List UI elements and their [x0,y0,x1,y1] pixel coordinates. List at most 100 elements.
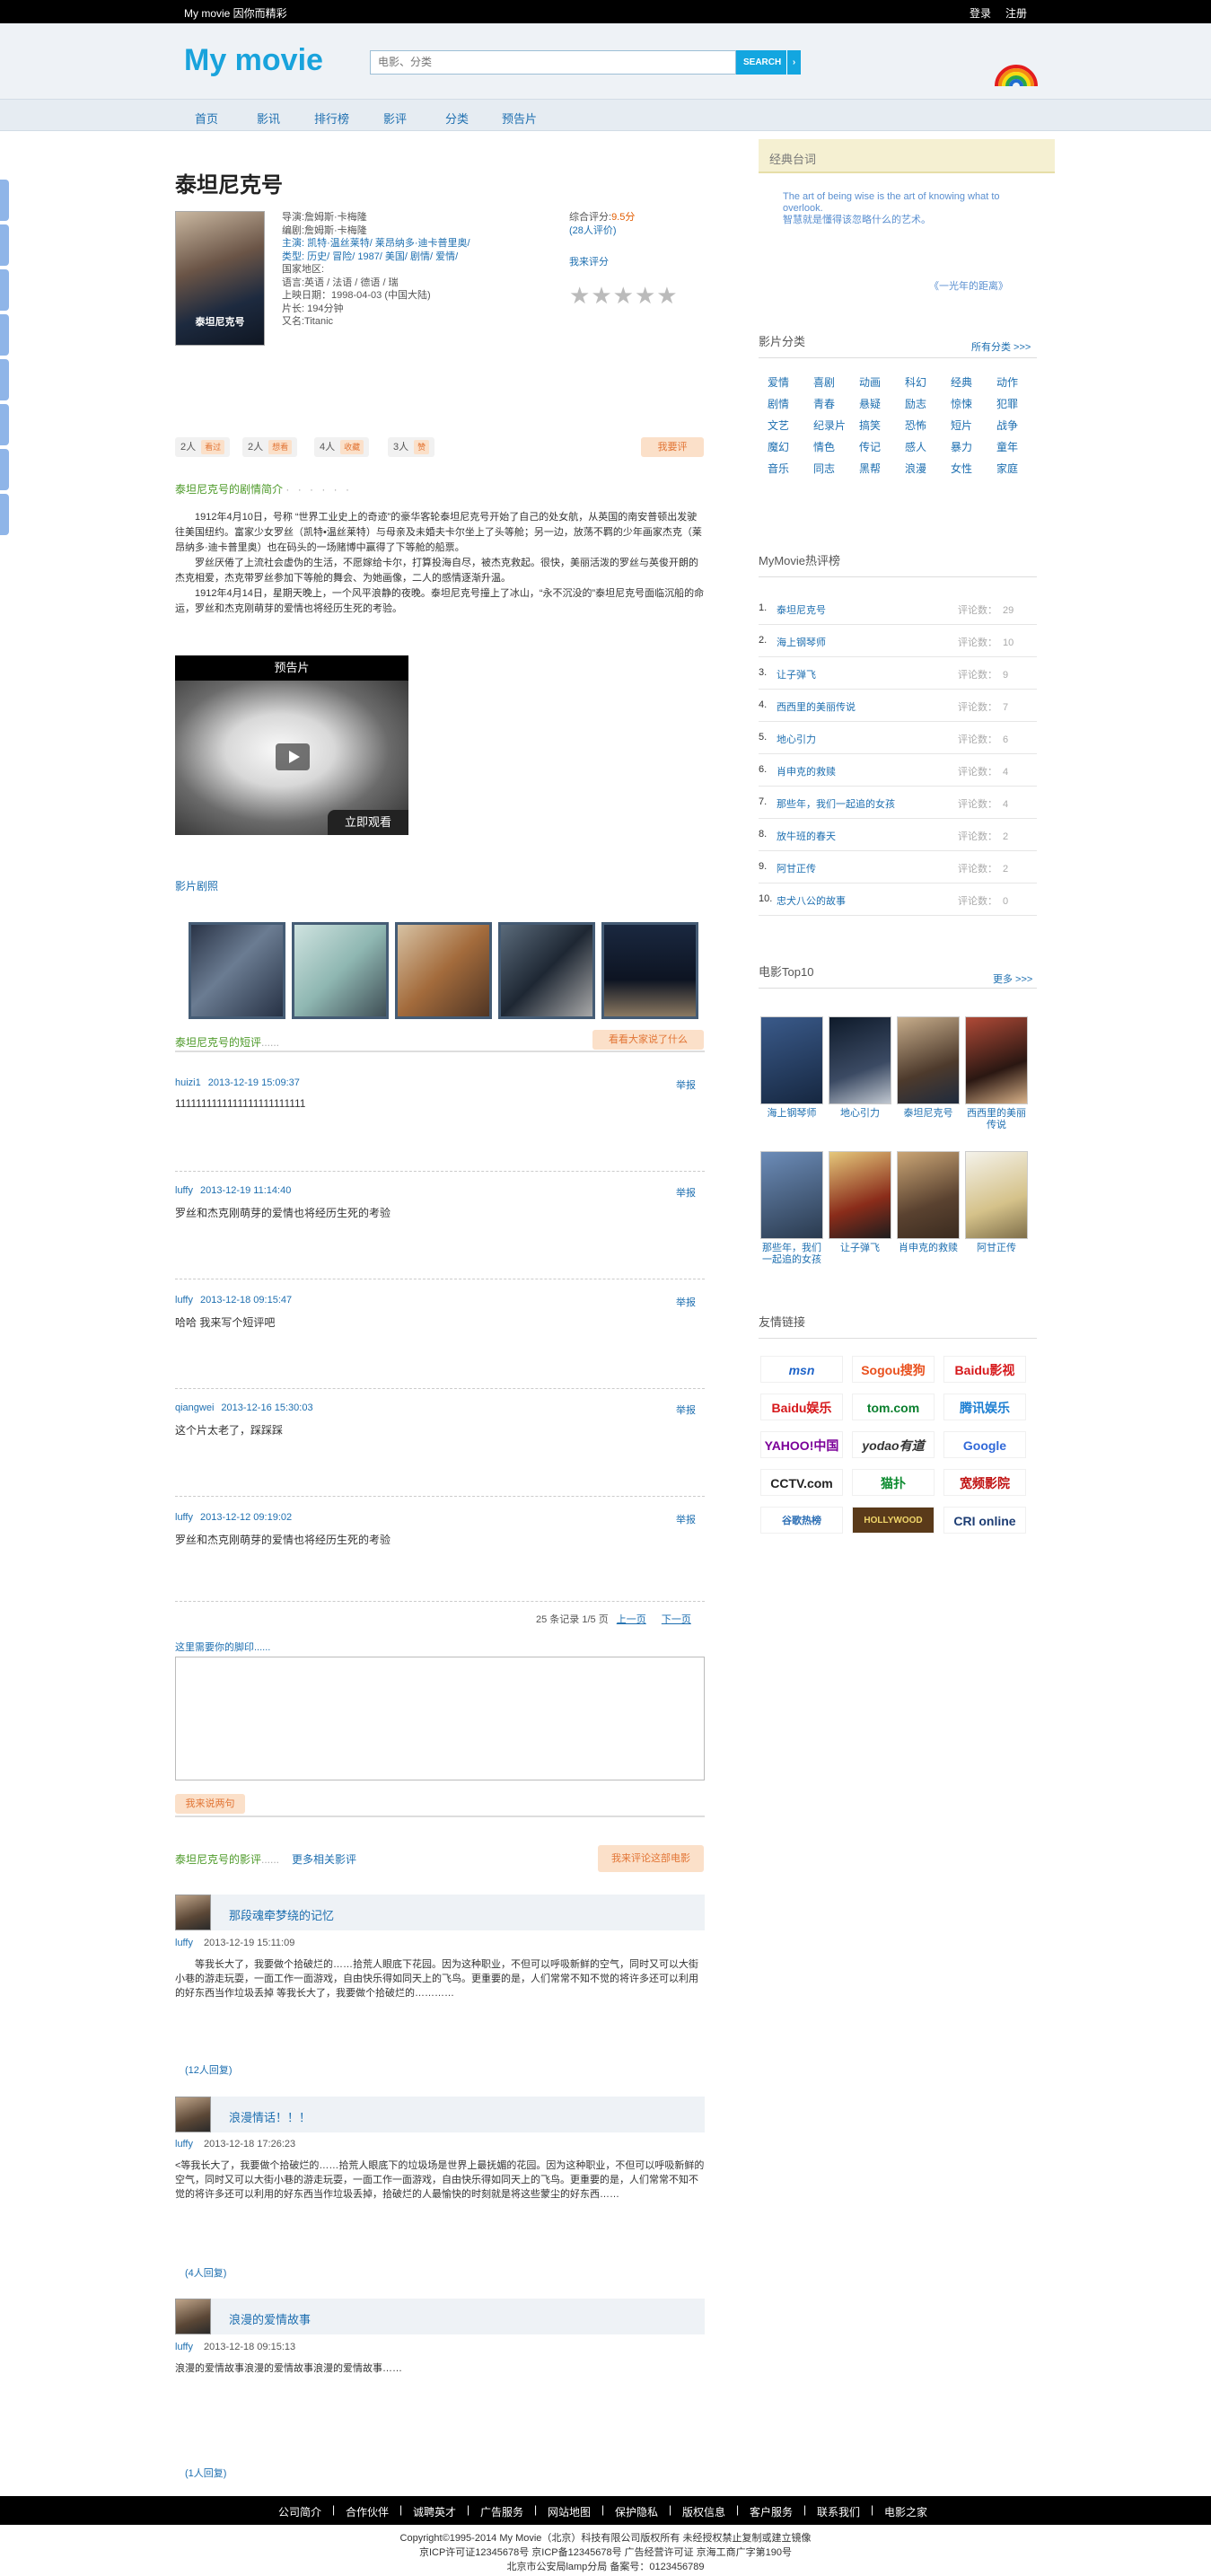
top10-movie[interactable]: 地心引力 [829,1016,891,1120]
genre-link[interactable]: 青春 [813,396,835,411]
footer-link[interactable]: 版权信息 [682,2504,725,2519]
still-image[interactable] [292,922,389,1019]
avatar[interactable] [175,1895,211,1930]
report-link[interactable]: 举报 [676,1512,696,1526]
search-button[interactable]: SEARCH › [736,50,801,75]
more-reviews-link[interactable]: 更多相关影评 [292,1853,356,1866]
write-review-tag-button[interactable]: 我要评 [641,437,704,457]
genre-link[interactable]: 女性 [951,461,972,476]
hot-review-item[interactable]: 3. 让子弹飞 评论数： 9 [759,657,1037,690]
tag-want[interactable]: 2人 想看 [242,437,298,457]
hot-movie-title[interactable]: 海上钢琴师 [777,635,826,649]
top10-movie[interactable]: 阿甘正传 [965,1151,1028,1254]
friend-link-logo[interactable]: 宽频影院 [943,1469,1026,1496]
genre-link[interactable]: 犯罪 [996,396,1018,411]
top10-movie[interactable]: 那些年，我们一起追的女孩 [760,1151,823,1266]
nav-reviews[interactable]: 影评 [383,110,407,127]
hot-movie-title[interactable]: 让子弹飞 [777,667,816,681]
genre-link[interactable]: 情色 [813,439,835,454]
footer-link[interactable]: 公司简介 [278,2504,321,2519]
footer-link[interactable]: 客户服务 [750,2504,793,2519]
top10-more-link[interactable]: 更多 >>> [993,971,1032,986]
genre-link[interactable]: 音乐 [768,461,789,476]
friend-link-logo[interactable]: 腾讯娱乐 [943,1394,1026,1420]
still-image[interactable] [395,922,492,1019]
nav-ranking[interactable]: 排行榜 [314,110,349,127]
review-user[interactable]: luffy [175,1938,193,1948]
footer-link[interactable]: 网站地图 [548,2504,591,2519]
hot-review-item[interactable]: 2. 海上钢琴师 评论数： 10 [759,625,1037,657]
movie-poster-thumb[interactable] [897,1016,960,1104]
friend-link-logo[interactable]: Baidu娱乐 [760,1394,843,1420]
friend-link-logo[interactable]: 猫扑 [852,1469,935,1496]
write-review-button[interactable]: 我来评论这部电影 [598,1845,704,1872]
genre-link[interactable]: 传记 [859,439,881,454]
hot-review-item[interactable]: 8. 放牛班的春天 评论数： 2 [759,819,1037,851]
report-link[interactable]: 举报 [676,1402,696,1417]
side-tab[interactable] [0,404,9,445]
genre-link[interactable]: 短片 [951,418,972,433]
prev-page-link[interactable]: 上一页 [617,1614,646,1625]
star-icon[interactable]: ★ [635,284,655,307]
genre-link[interactable]: 黑帮 [859,461,881,476]
side-tab[interactable] [0,359,9,400]
top10-movie-title[interactable]: 阿甘正传 [965,1243,1028,1254]
comment-user[interactable]: luffy [175,1185,193,1196]
movie-poster-thumb[interactable] [897,1151,960,1239]
side-tab[interactable] [0,224,9,266]
next-page-link[interactable]: 下一页 [662,1614,691,1625]
nav-home[interactable]: 首页 [195,110,218,127]
login-link[interactable]: 登录 [970,5,991,21]
submit-comment-button[interactable]: 我来说两句 [175,1794,245,1814]
top10-movie-title[interactable]: 让子弹飞 [829,1243,891,1254]
hot-review-item[interactable]: 10. 忠犬八公的故事 评论数： 0 [759,884,1037,916]
info-cast[interactable]: 主演: 凯特·温丝莱特/ 莱昂纳多·迪卡普里奥/ [282,237,551,251]
footer-link[interactable]: 广告服务 [480,2504,523,2519]
play-icon[interactable] [276,743,310,770]
friend-link-logo[interactable]: Google [943,1431,1026,1458]
friend-link-logo[interactable]: CRI online [943,1507,1026,1534]
hot-review-item[interactable]: 4. 西西里的美丽传说 评论数： 7 [759,690,1037,722]
movie-poster-thumb[interactable] [965,1016,1028,1104]
comment-user[interactable]: luffy [175,1295,193,1306]
genre-link[interactable]: 悬疑 [859,396,881,411]
hot-movie-title[interactable]: 肖申克的救赎 [777,764,836,778]
review-replies-link[interactable]: (1人回复) [185,2466,226,2480]
still-image[interactable] [601,922,698,1019]
friend-link-logo[interactable]: msn [760,1356,843,1383]
rating-count[interactable]: (28人评价) [569,225,617,236]
review-title[interactable]: 那段魂牵梦绕的记忆 [229,1906,334,1923]
top10-movie[interactable]: 泰坦尼克号 [897,1016,960,1120]
genre-link[interactable]: 剧情 [768,396,789,411]
site-logo[interactable]: My movie [184,43,323,78]
genre-link[interactable]: 浪漫 [905,461,926,476]
friend-link-logo[interactable]: HOLLYWOOD [852,1507,935,1534]
info-genre[interactable]: 类型: 历史/ 冒险/ 1987/ 美国/ 剧情/ 爱情/ [282,251,551,264]
tag-like[interactable]: 3人赞 [388,437,435,457]
still-image[interactable] [498,922,595,1019]
genre-link[interactable]: 励志 [905,396,926,411]
see-all-comments-button[interactable]: 看看大家说了什么 [592,1030,704,1050]
side-tab[interactable] [0,494,9,535]
top10-movie-title[interactable]: 泰坦尼克号 [897,1108,960,1120]
comment-user[interactable]: huizi1 [175,1077,201,1088]
genre-link[interactable]: 动作 [996,374,1018,390]
quote-source[interactable]: 《一光年的距离》 [929,278,1008,293]
genre-link[interactable]: 暴力 [951,439,972,454]
star-icon[interactable]: ★ [613,284,634,307]
comment-user[interactable]: qiangwei [175,1402,214,1413]
footer-link[interactable]: 电影之家 [884,2504,927,2519]
friend-link-logo[interactable]: yodao有道 [852,1431,935,1458]
genre-link[interactable]: 爱情 [768,374,789,390]
top10-movie[interactable]: 西西里的美丽传说 [965,1016,1028,1131]
search-input[interactable] [371,51,730,73]
top10-movie[interactable]: 海上钢琴师 [760,1016,823,1120]
side-tab[interactable] [0,449,9,490]
movie-poster-thumb[interactable] [760,1016,823,1104]
trailer-player[interactable]: 预告片 立即观看 [175,655,408,835]
hot-review-item[interactable]: 7. 那些年，我们一起追的女孩 评论数： 4 [759,787,1037,819]
top10-movie[interactable]: 肖申克的救赎 [897,1151,960,1254]
top10-movie[interactable]: 让子弹飞 [829,1151,891,1254]
genre-link[interactable]: 经典 [951,374,972,390]
genre-link[interactable]: 惊悚 [951,396,972,411]
